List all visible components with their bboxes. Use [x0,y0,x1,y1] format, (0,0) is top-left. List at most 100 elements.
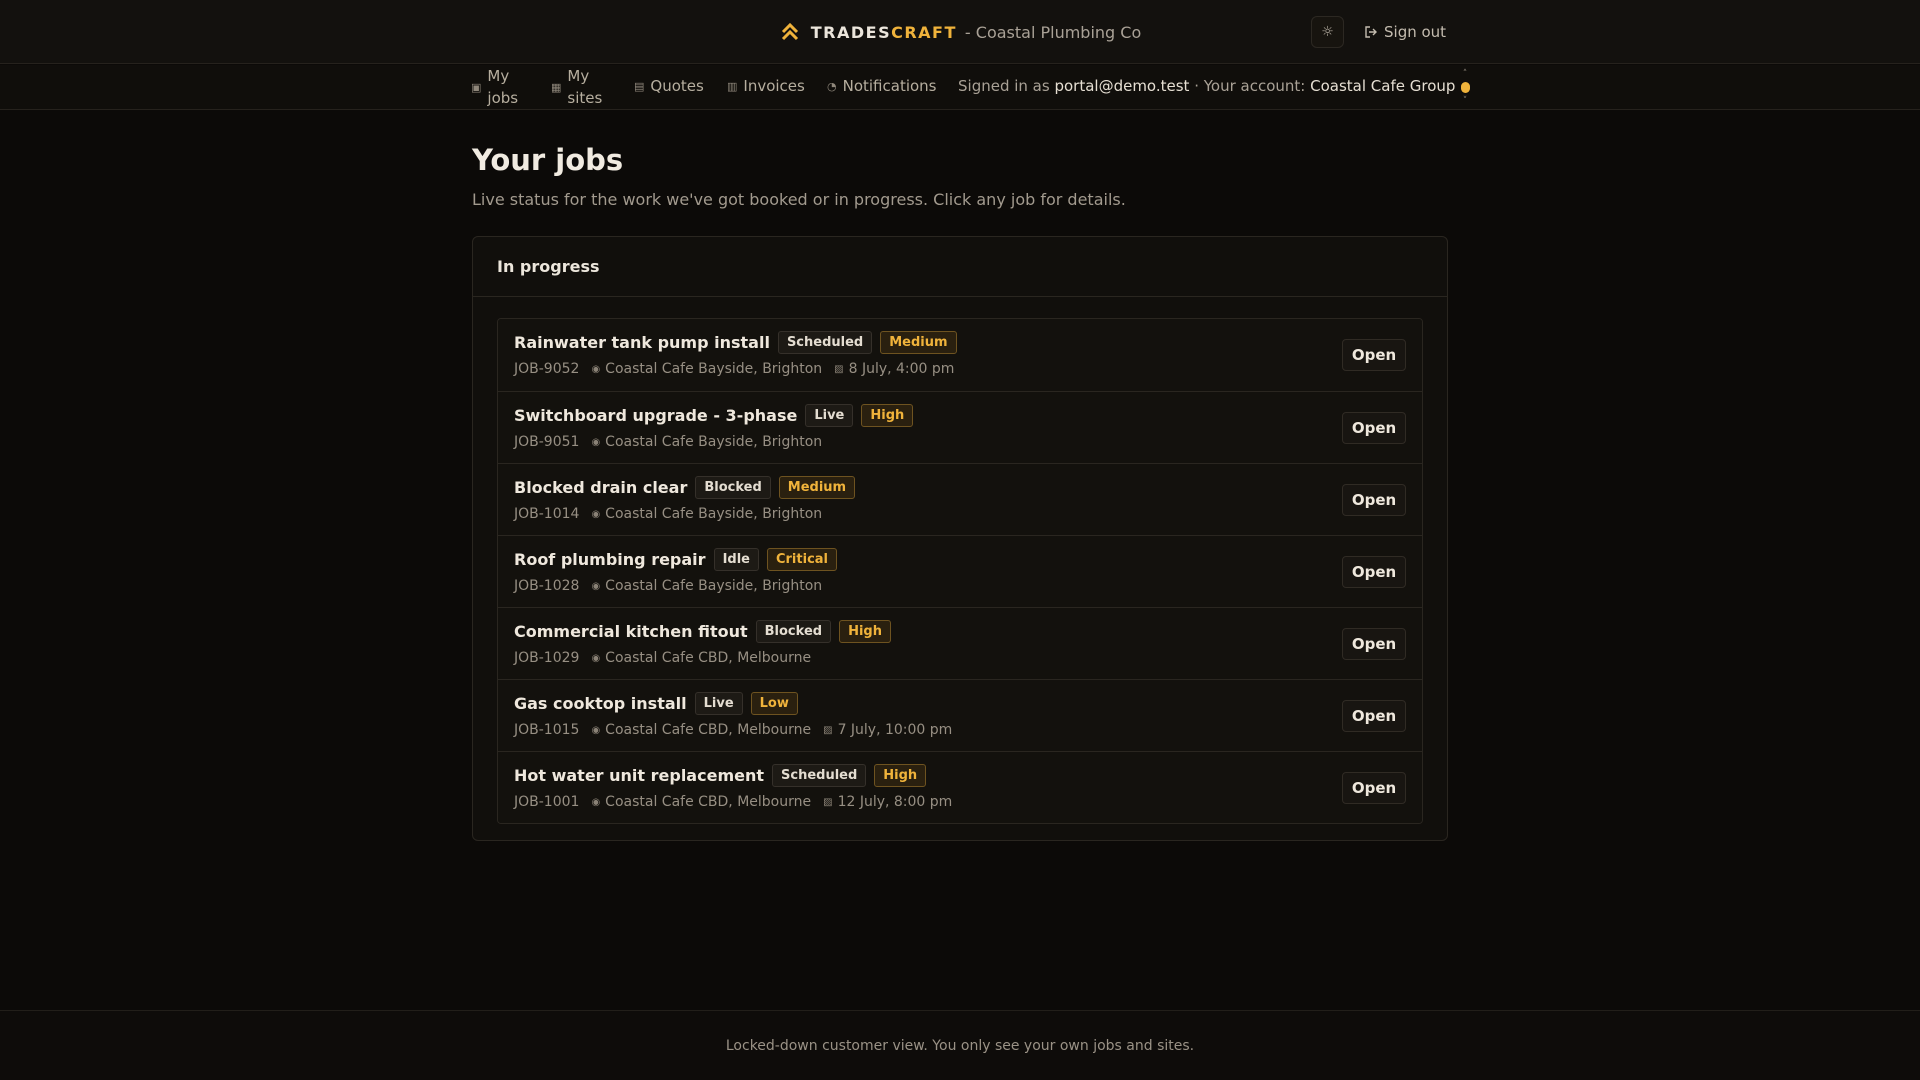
map-pin-icon: ◉ [591,796,601,808]
priority-badge: Low [750,692,798,715]
bell-icon: ◔ [827,79,837,93]
map-pin-icon: ◉ [591,436,601,448]
job-header: Switchboard upgrade - 3-phase Live High [514,404,914,427]
job-id: JOB-1001 [514,794,580,810]
priority-badge: Critical [766,548,837,571]
job-site: Coastal Cafe CBD, Melbourne [605,794,812,810]
nav-item-quotes[interactable]: ▤ Quotes [634,77,704,95]
jobs-card: In progress Rainwater tank pump install … [472,236,1448,841]
map-pin-icon: ◉ [591,363,601,375]
status-badge: Live [805,404,854,427]
briefcase-icon: ▣ [471,80,482,94]
job-id: JOB-1028 [514,578,580,594]
user-email: portal@demo.test [1054,77,1190,95]
logo-chevron-icon [781,22,798,41]
sign-out-label: Sign out [1384,23,1447,41]
priority-badge: Medium [880,331,957,354]
open-job-button[interactable]: Open [1342,700,1406,732]
chevron-down-icon: ˅ [1462,96,1468,106]
nav-item-notifications[interactable]: ◔ Notifications [827,77,937,95]
nav-item-label: My jobs [487,67,519,107]
page-subtitle: Live status for the work we've got booke… [472,190,1126,209]
job-title: Roof plumbing repair [514,550,706,569]
job-title: Gas cooktop install [514,694,687,713]
job-row[interactable]: Gas cooktop install Live Low JOB-1015 ◉ … [498,679,1422,751]
sun-icon: ☼ [1321,24,1334,40]
nav-item-my-jobs[interactable]: ▣ My jobs [471,65,518,109]
job-row[interactable]: Hot water unit replacement Scheduled Hig… [498,751,1422,823]
job-date: 12 July, 8:00 pm [837,794,953,810]
status-badge: Blocked [695,476,771,499]
priority-badge: Medium [778,476,856,499]
job-title: Hot water unit replacement [514,766,764,785]
open-job-button[interactable]: Open [1342,556,1406,588]
section-title: In progress [473,237,1447,297]
status-badge: Live [694,692,743,715]
signed-in-info: Signed in as portal@demo.test · Your acc… [958,77,1456,95]
job-title: Switchboard upgrade - 3-phase [514,406,798,425]
job-row[interactable]: Commercial kitchen fitout Blocked High J… [498,607,1422,679]
brand-name-craft: CRAFT [891,22,957,42]
calendar-icon: ▨ [823,724,833,736]
job-meta: JOB-1014 ◉ Coastal Cafe Bayside, Brighto… [514,506,822,522]
job-date: 8 July, 4:00 pm [848,361,955,377]
calendar-icon: ▨ [834,363,844,375]
open-job-button[interactable]: Open [1342,339,1406,371]
job-title: Blocked drain clear [514,478,688,497]
job-meta: JOB-1029 ◉ Coastal Cafe CBD, Melbourne [514,650,811,666]
map-pin-icon: ◉ [591,724,601,736]
job-meta: JOB-1028 ◉ Coastal Cafe Bayside, Brighto… [514,578,822,594]
job-row[interactable]: Switchboard upgrade - 3-phase Live High … [498,391,1422,463]
job-meta: JOB-9052 ◉ Coastal Cafe Bayside, Brighto… [514,361,954,377]
job-list: Rainwater tank pump install Scheduled Me… [497,318,1423,824]
nav-item-my-sites[interactable]: ▦ My sites [551,65,602,109]
top-bar: TRADES CRAFT - Coastal Plumbing Co ☼ Sign… [0,0,1920,64]
open-job-button[interactable]: Open [1342,484,1406,516]
scroll-thumb[interactable] [1460,82,1470,93]
job-site: Coastal Cafe Bayside, Brighton [605,434,823,450]
page-title: Your jobs [472,143,624,177]
nav-item-label: Quotes [650,77,704,95]
job-site: Coastal Cafe Bayside, Brighton [605,361,823,377]
calendar-icon: ▨ [823,796,833,808]
job-id: JOB-1029 [514,650,580,666]
job-header: Hot water unit replacement Scheduled Hig… [514,764,927,787]
job-meta: JOB-1015 ◉ Coastal Cafe CBD, Melbourne ▨… [514,722,952,738]
job-header: Blocked drain clear Blocked Medium [514,476,856,499]
job-id: JOB-9052 [514,361,580,377]
footer-text: Locked-down customer view. You only see … [725,1037,1195,1054]
job-header: Roof plumbing repair Idle Critical [514,548,837,571]
job-row[interactable]: Blocked drain clear Blocked Medium JOB-1… [498,463,1422,535]
sign-out-button[interactable]: Sign out [1364,20,1446,44]
document-icon: ▤ [634,79,645,93]
job-row[interactable]: Rainwater tank pump install Scheduled Me… [498,319,1422,391]
status-badge: Scheduled [777,331,873,354]
job-id: JOB-1014 [514,506,580,522]
brand: TRADES CRAFT - Coastal Plumbing Co [0,0,1920,64]
job-site: Coastal Cafe CBD, Melbourne [605,650,812,666]
open-job-button[interactable]: Open [1342,412,1406,444]
job-id: JOB-1015 [514,722,580,738]
sign-out-icon [1365,26,1377,38]
receipt-icon: ▥ [727,79,738,93]
theme-toggle-button[interactable]: ☼ [1311,16,1344,48]
job-row[interactable]: Roof plumbing repair Idle Critical JOB-1… [498,535,1422,607]
job-title: Commercial kitchen fitout [514,622,748,641]
brand-name-trades: TRADES [810,22,892,42]
building-icon: ▦ [551,80,562,94]
priority-badge: High [839,620,891,643]
open-job-button[interactable]: Open [1342,772,1406,804]
nav-scrollbar[interactable]: ˄ ˅ [1458,69,1472,106]
status-badge: Scheduled [772,764,867,787]
chevron-up-icon: ˄ [1462,69,1468,79]
open-job-button[interactable]: Open [1342,628,1406,660]
job-header: Commercial kitchen fitout Blocked High [514,620,891,643]
map-pin-icon: ◉ [591,580,601,592]
job-site: Coastal Cafe Bayside, Brighton [605,578,823,594]
nav-item-invoices[interactable]: ▥ Invoices [727,77,805,95]
priority-badge: High [861,404,914,427]
nav-bar: ▣ My jobs ▦ My sites ▤ Quotes ▥ Invoices… [0,65,1920,110]
job-meta: JOB-9051 ◉ Coastal Cafe Bayside, Brighto… [514,434,822,450]
status-badge: Blocked [755,620,832,643]
company-name: - Coastal Plumbing Co [964,22,1142,42]
